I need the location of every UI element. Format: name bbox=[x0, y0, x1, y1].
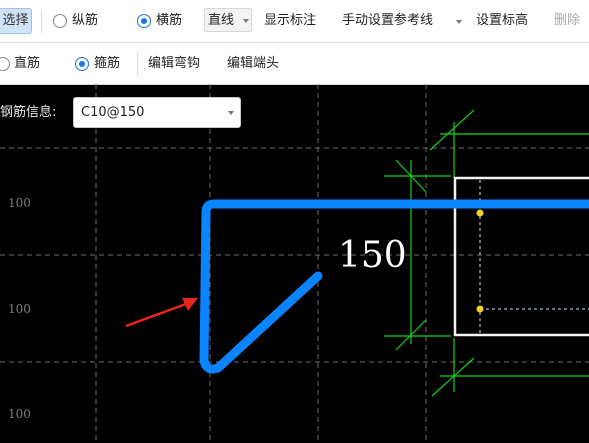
hook-length-label: 150 bbox=[338, 235, 407, 276]
rebar-info-label: 钢筋信息: bbox=[0, 105, 57, 120]
red-arrow-annotation bbox=[125, 298, 198, 328]
set-elevation-button[interactable]: 设置标高 bbox=[476, 10, 528, 32]
delete-button[interactable]: 删除 bbox=[554, 10, 580, 32]
grid-lines bbox=[0, 84, 589, 443]
transverse-radio[interactable] bbox=[137, 14, 151, 28]
dimension-label: 100 bbox=[8, 302, 31, 316]
drawing-canvas[interactable] bbox=[0, 84, 589, 443]
longitudinal-label[interactable]: 纵筋 bbox=[72, 10, 98, 32]
select-button[interactable]: 选择 bbox=[0, 8, 32, 34]
edit-bend-button[interactable]: 编辑弯钩 bbox=[148, 53, 200, 75]
edit-end-button[interactable]: 编辑端头 bbox=[227, 53, 279, 75]
rebar-node bbox=[476, 305, 484, 313]
chevron-down-icon[interactable] bbox=[456, 20, 462, 24]
stirrup-label[interactable]: 箍筋 bbox=[94, 53, 120, 75]
dimension-label: 100 bbox=[8, 196, 31, 210]
secondary-toolbar: 直筋 箍筋 编辑弯钩 编辑端头 bbox=[0, 43, 589, 85]
line-type-value: 直线 bbox=[208, 13, 235, 28]
dimension-lines bbox=[384, 109, 589, 397]
stirrup-rebar bbox=[199, 199, 589, 374]
rebar-info-value: C10@150 bbox=[81, 105, 145, 120]
main-toolbar: 选择 纵筋 横筋 直线 显示标注 手动设置参考线 设置标高 删除 bbox=[0, 0, 589, 43]
straight-bar-label[interactable]: 直筋 bbox=[14, 53, 40, 75]
manual-reference-line-button[interactable]: 手动设置参考线 bbox=[342, 10, 433, 32]
line-type-dropdown[interactable]: 直线 bbox=[204, 8, 252, 32]
show-annotation-button[interactable]: 显示标注 bbox=[264, 10, 316, 32]
toolbar-divider bbox=[41, 9, 42, 33]
chevron-down-icon bbox=[243, 19, 249, 23]
longitudinal-radio[interactable] bbox=[53, 14, 67, 28]
straight-bar-radio[interactable] bbox=[0, 57, 10, 71]
dimension-label: 100 bbox=[8, 407, 31, 421]
stirrup-radio[interactable] bbox=[75, 57, 89, 71]
rebar-info-select[interactable]: C10@150 bbox=[73, 97, 241, 128]
toolbar-divider bbox=[137, 52, 138, 76]
transverse-label[interactable]: 横筋 bbox=[156, 10, 182, 32]
rebar-node bbox=[476, 209, 484, 217]
chevron-down-icon bbox=[228, 111, 234, 115]
